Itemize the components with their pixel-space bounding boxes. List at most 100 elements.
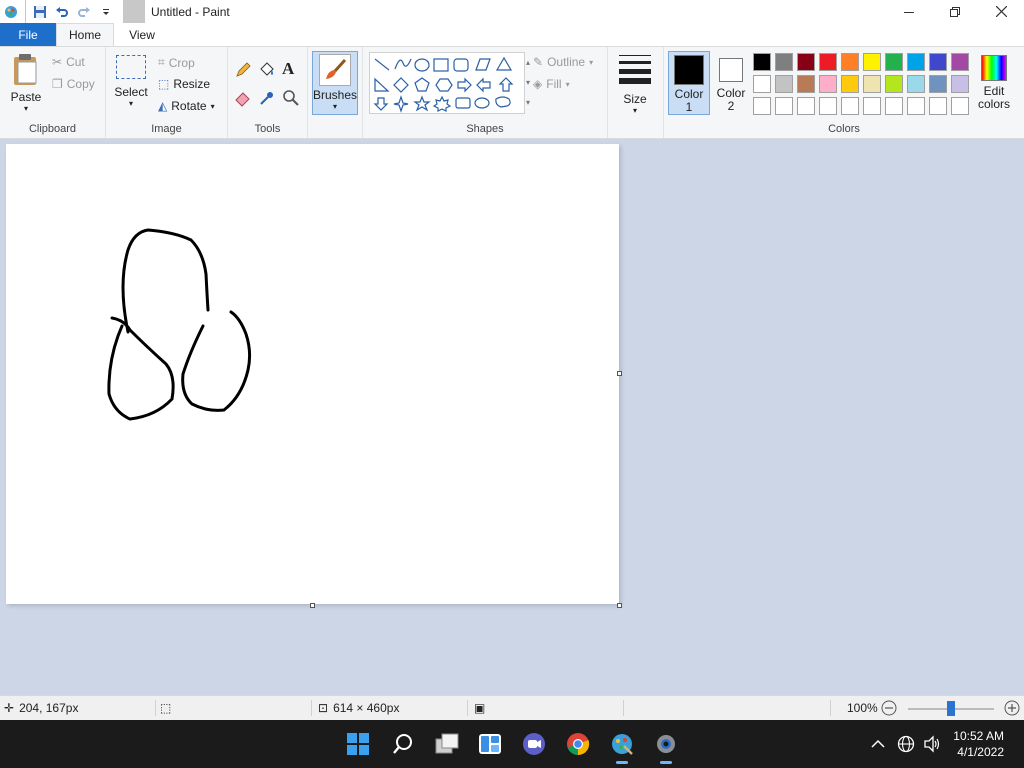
palette-swatch[interactable] [753,97,771,115]
clipboard-group: Paste ▾ ✂ Cut ❐ Copy Clipboard [0,47,106,138]
palette-swatch[interactable] [929,75,947,93]
tab-view[interactable]: View [114,23,170,46]
palette-swatch[interactable] [907,97,925,115]
crop-icon: ⌗ [158,55,165,69]
palette-swatch[interactable] [819,53,837,71]
palette-swatch[interactable] [863,75,881,93]
color2-button[interactable]: Color 2 [714,51,748,115]
chevron-down-icon: ▾ [128,99,133,108]
clock-date: 4/1/2022 [957,745,1004,759]
palette-swatch[interactable] [775,53,793,71]
start-button[interactable] [342,728,374,760]
save-icon[interactable] [29,0,51,23]
zoom-in-button[interactable] [1004,696,1020,720]
image-group: Select ▾ ⌗ Crop ⬚ Resize ◭ Rotate ▾ Imag… [106,47,228,138]
network-button[interactable] [892,728,920,760]
tab-file[interactable]: File [0,23,56,46]
drawing-canvas[interactable] [6,144,619,604]
palette-swatch[interactable] [797,53,815,71]
chevron-down-icon: ▾ [210,101,215,111]
window-title: Untitled - Paint [151,4,230,19]
palette-swatch[interactable] [819,97,837,115]
palette-swatch[interactable] [753,53,771,71]
pencil-icon[interactable] [234,61,256,83]
speaker-icon [924,735,940,753]
volume-button[interactable] [918,728,946,760]
paint-app-icon[interactable] [0,0,22,23]
rotate-icon: ◭ [158,99,168,113]
shapes-scroll[interactable]: ▴ ▾ ▾ [524,53,532,115]
separator [123,0,145,23]
palette-swatch[interactable] [819,75,837,93]
title-bar: Untitled - Paint [0,0,1024,23]
task-view-button[interactable] [431,728,463,760]
palette-swatch[interactable] [797,75,815,93]
palette-swatch[interactable] [885,53,903,71]
palette-swatch[interactable] [775,97,793,115]
fill-bucket-icon[interactable] [258,61,280,83]
minimize-button[interactable] [886,0,932,23]
cut-button[interactable]: ✂ Cut [52,55,85,69]
palette-swatch[interactable] [885,97,903,115]
resize-handle-corner[interactable] [617,603,622,608]
palette-swatch[interactable] [929,97,947,115]
brushes-button[interactable]: Brushes ▾ [312,51,358,115]
redo-icon[interactable] [73,0,95,23]
crop-button[interactable]: ⌗ Crop [158,55,195,70]
maximize-button[interactable] [932,0,978,23]
show-hidden-icons-button[interactable] [864,728,892,760]
palette-swatch[interactable] [775,75,793,93]
palette-swatch[interactable] [841,97,859,115]
chrome-button[interactable] [562,728,594,760]
canvas-workspace [0,139,1024,695]
fill-button[interactable]: ◈ Fill ▾ [533,77,570,91]
palette-swatch[interactable] [929,53,947,71]
paint-taskbar-button[interactable] [606,728,638,764]
line-width-icon [619,55,651,84]
palette-swatch[interactable] [841,75,859,93]
palette-swatch[interactable] [797,97,815,115]
copy-button[interactable]: ❐ Copy [52,77,95,91]
settings-taskbar-button[interactable] [650,728,682,764]
color1-button[interactable]: Color 1 [668,51,710,115]
palette-swatch[interactable] [907,53,925,71]
edit-colors-button[interactable]: Edit colors [974,53,1014,111]
palette-swatch[interactable] [951,53,969,71]
zoom-out-button[interactable] [881,696,897,720]
palette-swatch[interactable] [951,75,969,93]
text-tool-icon[interactable]: A [282,59,304,81]
resize-button[interactable]: ⬚ Resize [158,77,210,91]
eraser-icon[interactable] [234,89,256,111]
taskbar-clock[interactable]: 10:52 AM 4/1/2022 [953,728,1004,760]
teams-chat-button[interactable] [518,728,550,760]
resize-handle-bottom[interactable] [310,603,315,608]
select-button[interactable]: Select ▾ [112,55,150,108]
zoom-slider-thumb[interactable] [947,701,955,716]
magnifier-icon[interactable] [282,89,304,111]
quick-access-dropdown-icon[interactable] [95,0,117,23]
search-button[interactable] [387,728,419,760]
palette-swatch[interactable] [907,75,925,93]
widgets-button[interactable] [474,728,506,760]
tab-home[interactable]: Home [56,23,114,46]
paste-button[interactable]: Paste ▾ [6,53,46,113]
palette-swatch[interactable] [753,75,771,93]
shapes-gallery[interactable]: ▴ ▾ ▾ [369,52,530,114]
palette-swatch[interactable] [841,53,859,71]
palette-swatch[interactable] [885,75,903,93]
gear-icon [657,735,675,753]
resize-handle-right[interactable] [617,371,622,376]
palette-swatch[interactable] [951,97,969,115]
canvas-size: ⊡ 614 × 460px [318,696,399,720]
rotate-button[interactable]: ◭ Rotate ▾ [158,99,215,113]
close-button[interactable] [978,0,1024,23]
size-button[interactable]: Size ▾ [618,55,652,115]
paint-icon [612,734,633,755]
palette-swatch[interactable] [863,97,881,115]
undo-icon[interactable] [51,0,73,23]
palette-swatch[interactable] [863,53,881,71]
color1-label: Color 1 [674,87,704,114]
color-picker-icon[interactable] [258,89,280,111]
outline-button[interactable]: ✎ Outline ▾ [533,55,593,69]
shapes-group-label: Shapes [466,123,504,135]
